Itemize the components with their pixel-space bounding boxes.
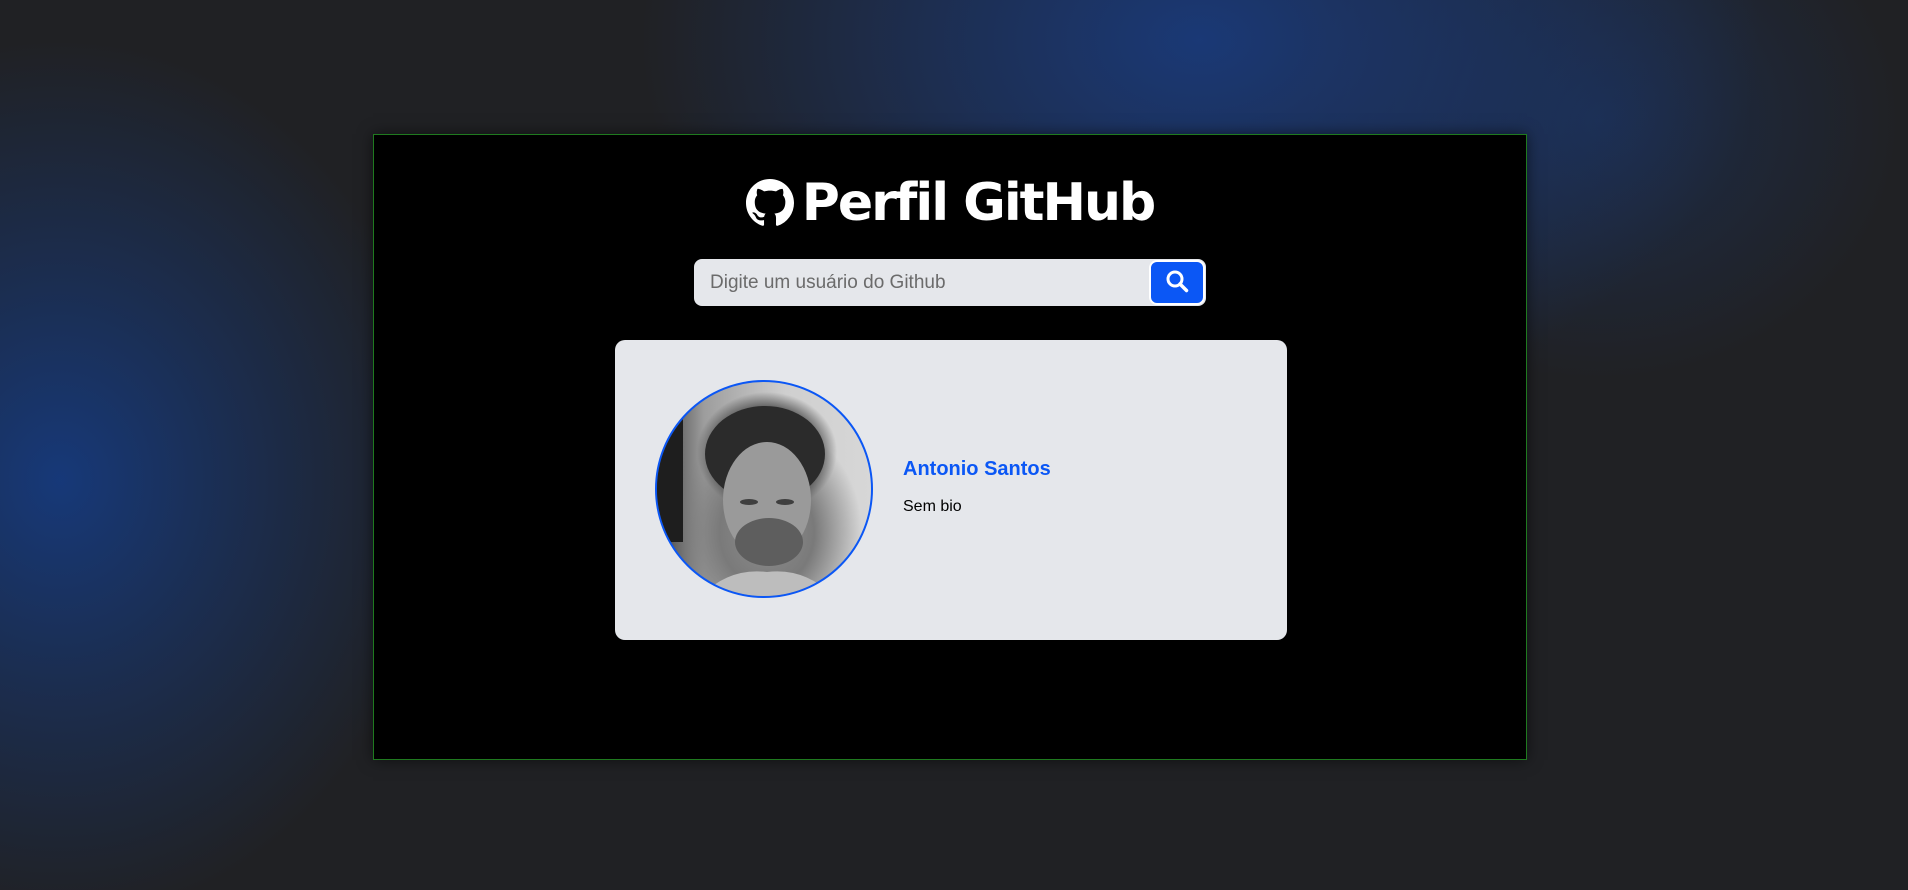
avatar	[655, 380, 873, 598]
github-icon	[745, 179, 794, 227]
profile-card: Antonio Santos Sem bio	[615, 340, 1287, 640]
search-icon	[1165, 269, 1189, 296]
search-bar	[694, 259, 1206, 306]
search-button[interactable]	[1149, 260, 1205, 305]
header: Perfil GitHub	[374, 173, 1526, 233]
app-container: Perfil GitHub Digite um usuário do Githu…	[373, 134, 1527, 760]
profile-bio: Sem bio	[903, 498, 962, 515]
search-input[interactable]	[694, 259, 1144, 306]
profile-name: Antonio Santos	[903, 458, 1051, 480]
page-title: Perfil GitHub	[801, 173, 1157, 233]
